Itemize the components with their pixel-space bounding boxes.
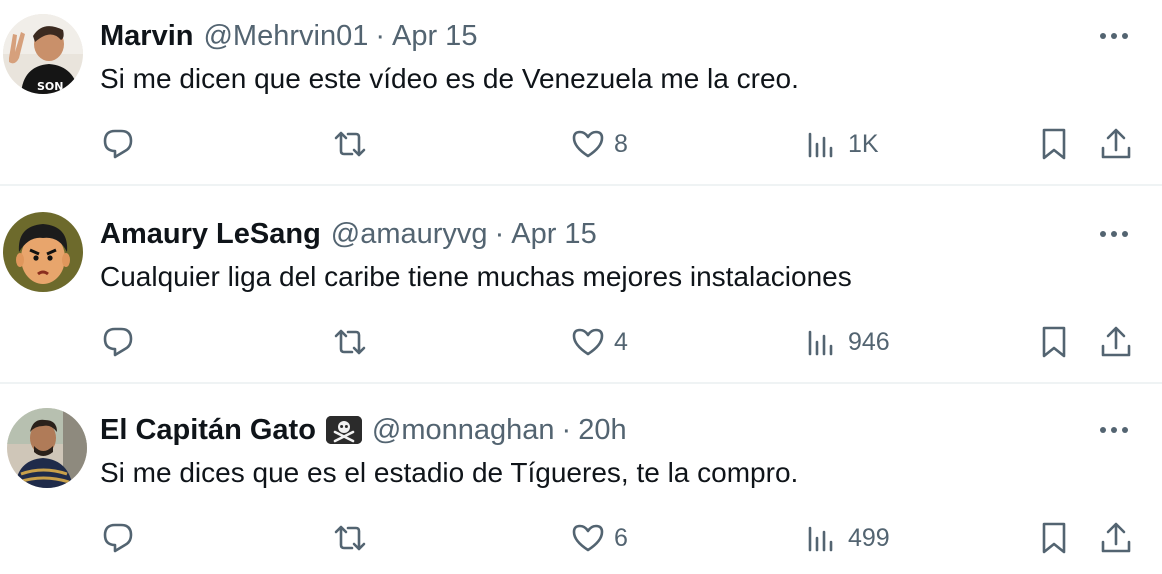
share-icon <box>1101 128 1131 159</box>
action-bar: 6 499 <box>100 516 1140 560</box>
retweet-button[interactable] <box>332 516 368 560</box>
retweet-button[interactable] <box>332 320 368 364</box>
views-button[interactable]: 1K <box>804 122 879 166</box>
more-icon[interactable] <box>1096 416 1132 444</box>
tweet-text: Si me dices que es el estadio de Tíguere… <box>100 457 799 488</box>
like-button[interactable]: 4 <box>570 320 628 364</box>
share-button[interactable] <box>1098 320 1134 364</box>
tweet-text: Si me dicen que este vídeo es de Venezue… <box>100 63 799 94</box>
pirate-flag-icon <box>325 416 362 444</box>
views-count: 946 <box>848 327 890 356</box>
bookmark-button[interactable] <box>1036 122 1072 166</box>
share-icon <box>1101 326 1131 357</box>
views-icon <box>808 330 833 356</box>
reply-button[interactable] <box>100 516 136 560</box>
share-button[interactable] <box>1098 516 1134 560</box>
display-name[interactable]: Amaury LeSang <box>100 214 321 254</box>
separator-dot: · <box>375 20 385 52</box>
more-icon[interactable] <box>1096 220 1132 248</box>
separator-dot: · <box>561 414 572 446</box>
share-icon <box>1101 522 1131 553</box>
views-button[interactable]: 499 <box>804 516 890 560</box>
heart-icon <box>572 328 604 356</box>
tweet-header: Amaury LeSang @amauryvg · Apr 15 <box>100 214 597 254</box>
share-button[interactable] <box>1098 122 1134 166</box>
avatar[interactable] <box>3 212 83 292</box>
reply-icon <box>103 129 133 159</box>
tweet-text: Cualquier liga del caribe tiene muchas m… <box>100 261 852 292</box>
bookmark-button[interactable] <box>1036 320 1072 364</box>
tweet[interactable]: Amaury LeSang @amauryvg · Apr 15 Cualqui… <box>0 186 1162 384</box>
retweet-icon <box>334 131 366 157</box>
views-count: 1K <box>848 129 879 158</box>
retweet-icon <box>334 329 366 355</box>
like-count: 6 <box>614 523 628 552</box>
retweet-button[interactable] <box>332 122 368 166</box>
views-icon <box>808 132 833 158</box>
timestamp[interactable]: Apr 15 <box>392 16 477 56</box>
action-bar: 4 946 <box>100 320 1140 364</box>
display-name[interactable]: El Capitán Gato <box>100 410 316 450</box>
avatar[interactable] <box>7 408 87 488</box>
reply-button[interactable] <box>100 320 136 364</box>
heart-icon <box>572 524 604 552</box>
bookmark-icon <box>1042 522 1066 554</box>
action-bar: 8 1K <box>100 122 1140 166</box>
views-count: 499 <box>848 523 890 552</box>
heart-icon <box>572 130 604 158</box>
like-button[interactable]: 8 <box>570 122 628 166</box>
views-icon <box>808 526 833 552</box>
user-handle[interactable]: @amauryvg <box>331 214 488 254</box>
bookmark-icon <box>1042 326 1066 358</box>
timestamp[interactable]: Apr 15 <box>511 214 596 254</box>
user-handle[interactable]: @Mehrvin01 <box>203 16 368 56</box>
reply-feed: SON Marvin @Mehrvin01 · Apr 15 Si me dic… <box>0 0 1162 574</box>
tweet[interactable]: El Capitán Gato @monnaghan · 20h Si me d… <box>0 384 1162 574</box>
retweet-icon <box>334 525 366 551</box>
user-handle[interactable]: @monnaghan <box>372 410 555 450</box>
avatar[interactable]: SON <box>3 14 83 94</box>
separator-dot: · <box>494 218 505 250</box>
reply-icon <box>103 523 133 553</box>
like-button[interactable]: 6 <box>570 516 628 560</box>
reply-icon <box>103 327 133 357</box>
views-button[interactable]: 946 <box>804 320 890 364</box>
display-name[interactable]: Marvin <box>100 16 193 56</box>
bookmark-icon <box>1042 128 1066 160</box>
timestamp[interactable]: 20h <box>578 410 626 450</box>
bookmark-button[interactable] <box>1036 516 1072 560</box>
like-count: 8 <box>614 129 628 158</box>
svg-text:SON: SON <box>37 80 63 93</box>
tweet-header: El Capitán Gato @monnaghan · 20h <box>100 410 627 450</box>
tweet-header: Marvin @Mehrvin01 · Apr 15 <box>100 16 477 56</box>
like-count: 4 <box>614 327 628 356</box>
more-icon[interactable] <box>1096 22 1132 50</box>
tweet[interactable]: SON Marvin @Mehrvin01 · Apr 15 Si me dic… <box>0 0 1162 186</box>
reply-button[interactable] <box>100 122 136 166</box>
